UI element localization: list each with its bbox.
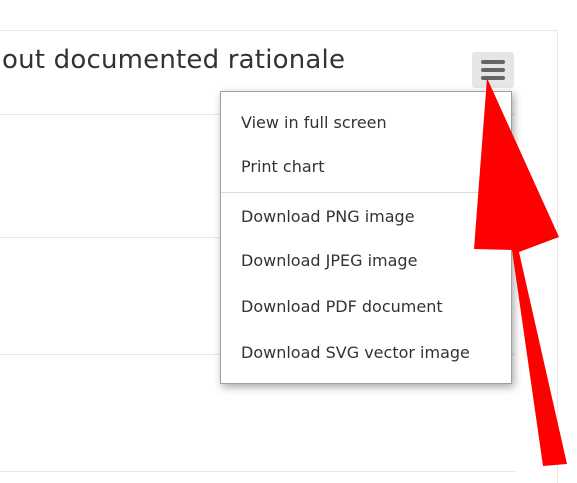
hamburger-icon — [481, 60, 505, 80]
chart-gridline — [0, 471, 515, 472]
chart-export-menu-button[interactable] — [472, 52, 514, 88]
menu-item-view-full-screen[interactable]: View in full screen — [221, 103, 511, 147]
chart-title: out documented rationale — [2, 45, 346, 75]
menu-item-download-png[interactable]: Download PNG image — [221, 193, 511, 239]
menu-item-download-jpeg[interactable]: Download JPEG image — [221, 239, 511, 285]
export-context-menu: View in full screen Print chart Download… — [220, 91, 512, 384]
chart-screenshot: out documented rationale View in full sc… — [0, 0, 577, 483]
menu-item-print-chart[interactable]: Print chart — [221, 147, 511, 192]
menu-item-download-svg[interactable]: Download SVG vector image — [221, 331, 511, 377]
menu-item-download-pdf[interactable]: Download PDF document — [221, 285, 511, 331]
